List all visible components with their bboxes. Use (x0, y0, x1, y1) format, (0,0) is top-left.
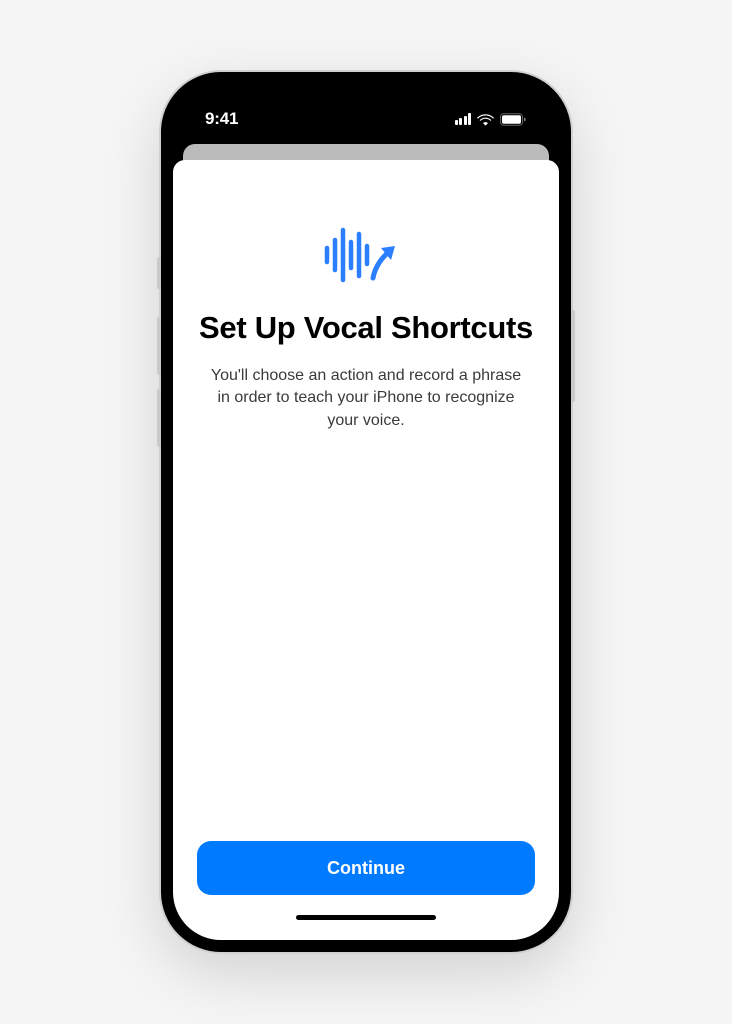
volume-up-button (157, 317, 161, 375)
power-button (571, 310, 575, 402)
wifi-icon (477, 113, 494, 126)
dynamic-island (307, 100, 425, 134)
status-time: 9:41 (205, 109, 238, 129)
setup-sheet: Set Up Vocal Shortcuts You'll choose an … (173, 160, 559, 940)
phone-side-buttons-left (157, 257, 161, 461)
volume-down-button (157, 389, 161, 447)
battery-icon (500, 113, 527, 126)
silent-switch (157, 257, 161, 289)
cellular-signal-icon (455, 113, 472, 125)
continue-button[interactable]: Continue (197, 841, 535, 895)
phone-side-buttons-right (571, 310, 575, 402)
home-indicator[interactable] (296, 915, 436, 920)
spacer (197, 433, 535, 841)
vocal-shortcuts-icon (197, 220, 535, 290)
status-icons (455, 113, 528, 126)
phone-device-frame: 9:41 (161, 72, 571, 952)
page-title: Set Up Vocal Shortcuts (197, 310, 535, 347)
page-description: You'll choose an action and record a phr… (197, 365, 535, 433)
phone-screen: 9:41 (173, 84, 559, 940)
